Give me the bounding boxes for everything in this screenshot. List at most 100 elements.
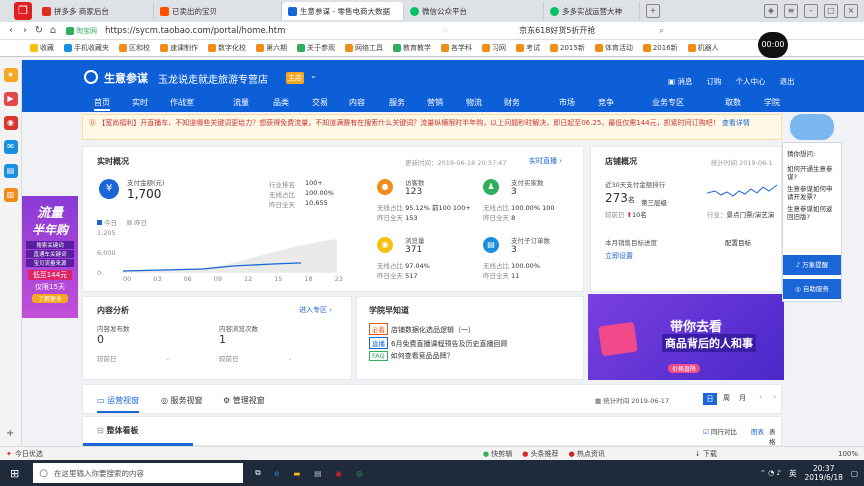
bookmark-item[interactable]: 教育教学 [393, 43, 431, 53]
weibo-icon[interactable]: ◉ [3, 116, 18, 130]
shield-icon[interactable]: ◈ [764, 4, 778, 18]
browser-logo-icon[interactable]: ❐ [14, 2, 32, 20]
brand-logo[interactable]: 生意参谋 [104, 70, 148, 86]
tab-sycm[interactable]: 生意参谋 - 零售电商大数据 [282, 2, 404, 20]
reminder-button[interactable]: ♪ 万象提醒 [783, 255, 841, 275]
bookmark-item[interactable]: 第六期 [256, 43, 287, 53]
search-input[interactable]: 京东618好货5折开抢 [519, 25, 649, 36]
folder-icon[interactable]: ▬ [293, 469, 300, 478]
shop-name[interactable]: 玉龙说走就走旅游专营店 [158, 71, 268, 86]
app-icon[interactable]: ◉ [335, 469, 342, 478]
bookmark-item[interactable]: 体育活动 [594, 43, 633, 53]
status-item[interactable]: ● 热点资讯 [569, 449, 605, 459]
bookmark-item[interactable]: 考试 [516, 43, 540, 53]
edge-icon[interactable]: e [275, 469, 280, 478]
promo-cta-button[interactable]: 了解更多 [32, 294, 68, 303]
robot-mascot-icon[interactable] [790, 114, 834, 140]
minimize-icon[interactable]: – [804, 4, 818, 18]
config-target-link[interactable]: 配置目标 [725, 237, 751, 247]
status-item[interactable]: ● 快剪辑 [483, 449, 512, 459]
tab-duoduo[interactable]: 多多实战运营大神 [544, 2, 640, 20]
add-icon[interactable]: + [6, 428, 14, 439]
home-icon[interactable]: ⌂ [46, 25, 60, 36]
daily-picks-link[interactable]: 今日优选 [15, 449, 43, 459]
enter-zone-link[interactable]: 进入专区 › [299, 305, 332, 315]
period-month-button[interactable]: 月 [739, 393, 746, 403]
chevron-right-icon[interactable]: › [773, 392, 776, 401]
browser-app-icon[interactable]: ◎ [356, 469, 363, 478]
tab-pinduoduo[interactable]: 拼多多 商家后台 [36, 2, 154, 20]
tab-manage-view[interactable]: ⚙ 管理视窗 [223, 395, 265, 406]
live-link[interactable]: 实时直播 › [529, 156, 562, 166]
new-tab-button[interactable]: + [646, 4, 660, 18]
nav-marketing[interactable]: 营销 [427, 97, 443, 108]
back-icon[interactable]: ‹ [4, 25, 18, 36]
help-question[interactable]: 如何开通生意参谋? [783, 163, 841, 183]
help-question[interactable]: 生意参谋如何申请开发票? [783, 183, 841, 203]
nav-home[interactable]: 首页 [94, 97, 110, 111]
academy-item[interactable]: FAQ 如何查看竞品品牌？ [369, 351, 454, 361]
logout-link[interactable]: 退出 [779, 76, 794, 87]
windows-start-icon[interactable]: ⊞ [10, 467, 19, 480]
nav-traffic[interactable]: 流量 [233, 97, 249, 108]
nav-academy[interactable]: 学院 [764, 97, 780, 108]
bookmark-item[interactable]: 数字化校 [208, 43, 246, 53]
tab-wechat-mp[interactable]: 微信公众平台 [404, 2, 544, 20]
promo-banner[interactable]: 带你去看 商品背后的人和事 价格直降 [588, 294, 784, 380]
tab-sold-items[interactable]: 已卖出的宝贝 [154, 2, 282, 20]
bookmark-item[interactable]: 网络工具 [345, 43, 383, 53]
bookmark-item[interactable]: 速课制作 [160, 43, 198, 53]
bookmark-item[interactable]: 手机收藏夹 [64, 43, 109, 53]
bookmark-item[interactable]: 区和校 [119, 43, 150, 53]
nav-competition[interactable]: 竞争 [598, 97, 614, 108]
video-icon[interactable]: ▶ [3, 92, 18, 106]
bookmark-item[interactable]: 机器人 [687, 43, 719, 53]
task-view-icon[interactable]: ⧉ [255, 468, 260, 478]
nav-content[interactable]: 内容 [349, 97, 365, 108]
academy-item[interactable]: 直播 6月免费直播课程预告及历史直播回顾 [369, 337, 507, 349]
nav-market[interactable]: 市场 [559, 97, 575, 108]
note-icon[interactable]: ▥ [3, 188, 18, 202]
nav-realtime[interactable]: 实时 [132, 97, 148, 108]
chevron-down-icon[interactable]: ⌄ [310, 71, 317, 80]
message-link[interactable]: ▣ 消息 [668, 76, 692, 87]
forward-icon[interactable]: › [18, 25, 32, 36]
url-input[interactable]: https://sycm.taobao.com/portal/home.htm [105, 24, 435, 38]
menu-icon[interactable]: ≡ [784, 4, 798, 18]
peer-compare-toggle[interactable]: ☑ 同行对比 [703, 426, 737, 436]
close-icon[interactable]: × [844, 4, 858, 18]
bookmark-item[interactable]: 收藏 [30, 43, 54, 53]
document-icon[interactable]: ▤ [3, 164, 18, 178]
status-item[interactable]: ● 头条推荐 [522, 449, 558, 459]
tab-service-view[interactable]: ◎ 服务视窗 [161, 395, 203, 406]
search-icon[interactable]: ⌕ [659, 26, 664, 36]
bookmark-item[interactable]: 2015新 [550, 43, 585, 53]
nav-finance[interactable]: 财务 [504, 97, 520, 108]
chart-view-button[interactable]: 图表 [751, 426, 764, 436]
language-indicator[interactable]: 英 [789, 468, 797, 479]
help-question[interactable]: 生意参谋如何返回旧版? [783, 203, 841, 223]
table-view-button[interactable]: 表格 [769, 426, 781, 446]
nav-business-zone[interactable]: 业务专区 [652, 97, 684, 108]
profile-link[interactable]: 个人中心 [735, 76, 765, 87]
bookmark-item[interactable]: 各学科 [441, 43, 472, 53]
nav-logistics[interactable]: 物流 [466, 97, 482, 108]
promo-ad[interactable]: 流量 半年购 搜索关键词 直通车关键词 宝贝流量来源 低至144元 仅限15天 … [22, 196, 78, 318]
nav-service[interactable]: 服务 [389, 97, 405, 108]
taskbar-clock[interactable]: 20:37 2019/6/18 [804, 464, 842, 482]
nav-trade[interactable]: 交易 [312, 97, 328, 108]
status-item[interactable]: ↓ 下载 [695, 449, 717, 459]
order-link[interactable]: 订购 [706, 76, 721, 87]
mail-icon[interactable]: ✉ [3, 140, 18, 154]
tab-ops-view[interactable]: ▭ 运营视窗 [97, 395, 140, 413]
bookmark-item[interactable]: 关于参观 [297, 43, 335, 53]
taskbar-search-input[interactable]: ○ 在这里输入你要搜索的内容 [33, 463, 244, 483]
star-icon[interactable]: ★ [3, 68, 18, 82]
notification-icon[interactable]: ▢ [851, 469, 858, 478]
chevron-left-icon[interactable]: ‹ [759, 392, 762, 401]
period-day-button[interactable]: 日 [703, 393, 717, 405]
store-icon[interactable]: ▤ [314, 469, 321, 478]
maximize-icon[interactable]: □ [824, 4, 838, 18]
nav-warroom[interactable]: 作战室 [170, 97, 194, 108]
period-week-button[interactable]: 周 [723, 393, 730, 403]
